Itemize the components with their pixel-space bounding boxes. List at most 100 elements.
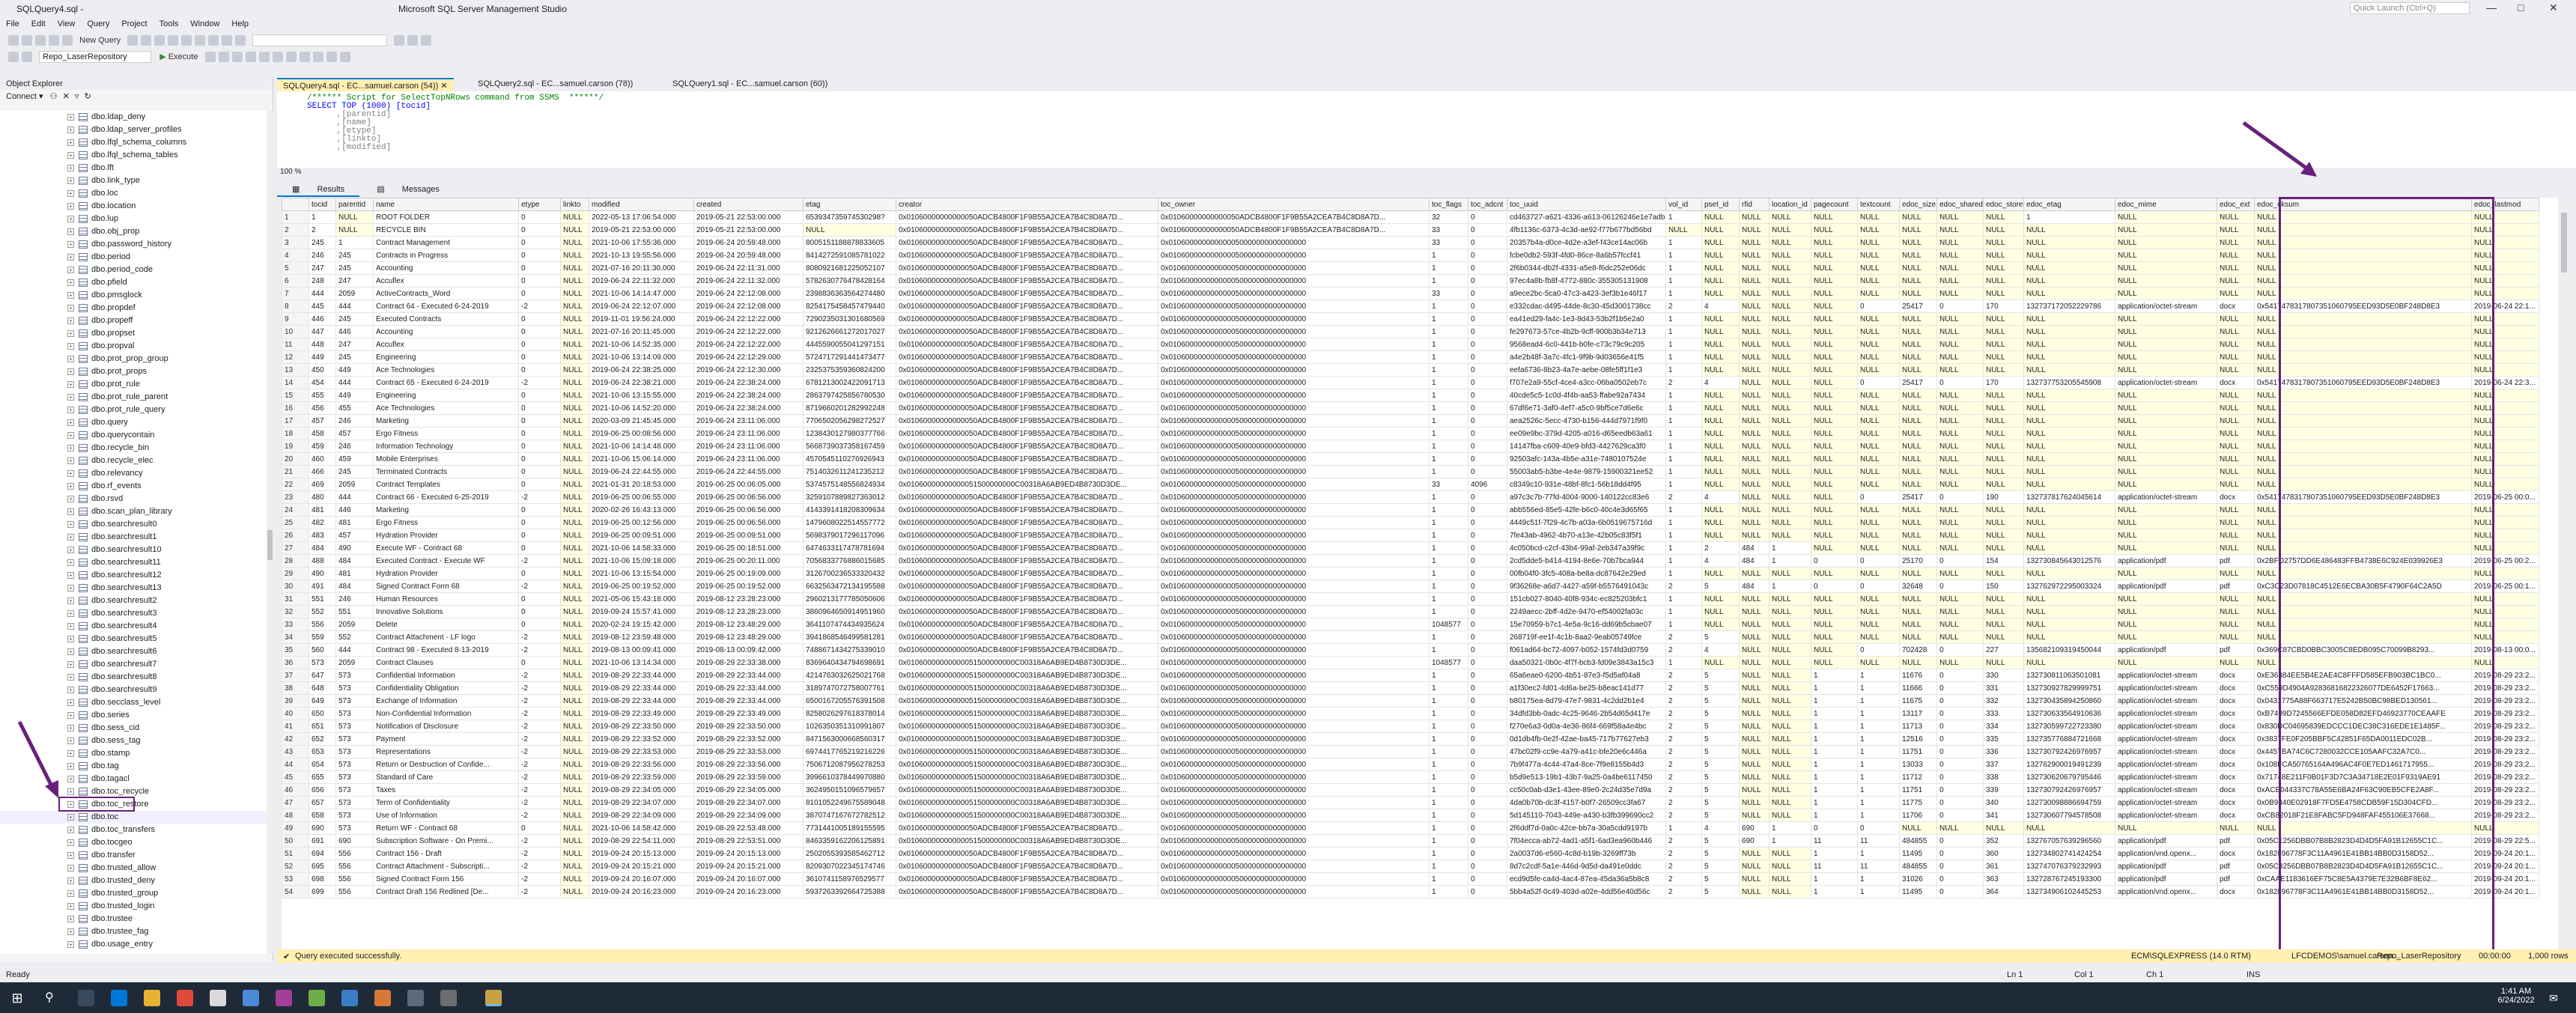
column-header[interactable]: etype [518,198,561,211]
expand-icon[interactable]: + [67,737,74,744]
minimize-icon[interactable]: — [2486,1,2497,13]
tree-item[interactable]: + dbo.prot_props [0,365,267,378]
table-cell[interactable]: NULL [1739,720,1770,733]
table-cell[interactable]: NULL [560,592,589,606]
table-cell[interactable]: 690 [309,821,336,835]
table-cell[interactable]: 1 [1665,656,1702,669]
table-cell[interactable]: 9568ead4-6c0-441b-b0fe-c73c79c9c205 [1507,338,1666,351]
app-icon[interactable] [243,990,259,1006]
tree-item[interactable]: + dbo.searchresult6 [0,645,267,658]
table-cell[interactable]: 484855 [1899,860,1937,873]
table-cell[interactable]: 2019-08-29 22:33:49.000 [589,707,694,720]
table-cell[interactable]: 0x01060000000000050ADCB4800F1F9B55A2CEA7… [896,249,1158,262]
table-cell[interactable]: 654 [309,758,336,771]
table-cell[interactable]: 5724717291441473477 [803,350,896,364]
table-cell[interactable]: 1 [1429,592,1468,606]
table-cell[interactable]: NULL [1811,529,1858,542]
table-cell[interactable]: NULL [560,338,589,351]
table-cell[interactable]: NULL [2217,465,2255,478]
table-cell[interactable]: aea2526c-5ecc-4730-b156-444d7971f9f0 [1507,414,1666,428]
table-cell[interactable]: Mobile Enterprises [373,452,519,466]
table-cell[interactable]: NULL [560,503,589,517]
row-number[interactable]: 16 [282,401,309,415]
tree-item[interactable]: + dbo.trustee [0,913,267,925]
table-cell[interactable]: NULL [1701,249,1740,262]
expand-icon[interactable]: + [67,267,74,273]
table-cell[interactable]: 0 [1936,847,1984,860]
table-cell[interactable]: 2 [1665,770,1702,784]
row-number[interactable]: 49 [282,821,309,835]
table-cell[interactable]: NULL [2115,287,2217,300]
table-cell[interactable]: 2021-10-06 14:52:20.000 [589,401,694,415]
expand-icon[interactable]: + [67,877,74,884]
table-cell[interactable]: 1 [1429,643,1468,657]
table-cell[interactable]: 4214763032625021768 [803,669,896,682]
table-cell[interactable]: 1 [1665,261,1702,275]
table-cell[interactable]: NULL [1769,529,1811,542]
table-cell[interactable]: 0x010600000000000050000000000000000 [1158,681,1430,695]
app-icon[interactable] [341,990,358,1006]
table-cell[interactable]: Executed Contract - Execute WF [373,554,519,568]
table-cell[interactable]: 0 [1468,312,1507,326]
table-cell[interactable]: 2019-08-29 22:34:09.000 [589,809,694,822]
table-cell[interactable]: 2019-06-25 00:06:56.000 [693,503,804,517]
tree-item[interactable]: + dbo.toc_transfers [0,824,267,836]
table-cell[interactable]: NULL [560,605,589,618]
table-cell[interactable]: 92503afc-143a-4b5e-a31e-7480107524e [1507,452,1666,466]
table-cell[interactable]: 0x010600000000000050000000000000000 [1158,847,1430,860]
table-cell[interactable]: NULL [1701,465,1740,478]
row-number[interactable]: 6 [282,274,309,288]
table-cell[interactable]: docx [2217,720,2255,733]
results-to-text-icon[interactable] [258,52,270,62]
table-cell[interactable]: NULL [1769,274,1811,288]
table-cell[interactable]: 0x010600000000000050000000000000000 [1158,809,1430,822]
table-cell[interactable]: 0x01060000000000050ADCB4800F1F9B55A2CEA7… [896,439,1158,453]
table-cell[interactable]: 1 [1769,554,1811,568]
table-cell[interactable]: -2 [518,834,561,848]
table-cell[interactable]: NULL [1811,630,1858,644]
table-cell[interactable]: 1 [1769,541,1811,555]
table-cell[interactable]: 5668739037358167459 [803,439,896,453]
table-cell[interactable]: NULL [1701,287,1740,300]
table-cell[interactable]: 1 [1429,720,1468,733]
table-cell[interactable]: NULL [1983,325,2024,338]
table-cell[interactable]: 0 [1468,452,1507,466]
row-number[interactable]: 51 [282,847,309,860]
table-cell[interactable]: 0 [1468,605,1507,618]
tree-item[interactable]: + dbo.prot_rule_query [0,404,267,416]
table-cell[interactable]: 573 [335,770,374,784]
table-cell[interactable]: NULL [1739,516,1770,529]
tree-item[interactable]: + dbo.transfer [0,849,267,862]
table-cell[interactable]: NULL [2217,618,2255,631]
table-cell[interactable]: 1 [1857,885,1900,898]
table-cell[interactable]: 2019-06-24 22:12:30.000 [693,363,804,377]
table-cell[interactable]: a97c3c7b-77fd-4004-9000-140122cc83e6 [1507,490,1666,504]
table-cell[interactable]: 651 [309,720,336,733]
expand-icon[interactable]: + [67,356,74,362]
table-cell[interactable]: b80175ea-8d79-47e7-9831-4c2dd2b1e4 [1507,694,1666,708]
table-cell[interactable]: 8414272591085781022 [803,249,896,262]
table-cell[interactable]: 0 [518,312,561,326]
row-number[interactable]: 42 [282,732,309,746]
table-cell[interactable]: 12516 [1899,732,1937,746]
expand-icon[interactable]: + [67,445,74,451]
table-cell[interactable]: 227 [1983,643,2024,657]
expand-icon[interactable]: + [67,470,74,477]
tree-item[interactable]: + dbo.password_history [0,238,267,251]
table-cell[interactable]: 1 [1665,452,1702,466]
table-cell[interactable]: 1 [1429,529,1468,542]
table-cell[interactable]: NULL [2023,236,2115,249]
table-cell[interactable]: 691 [309,834,336,848]
column-header[interactable]: tocid [309,198,336,211]
table-cell[interactable]: application/octet-stream [2115,770,2217,784]
table-cell[interactable]: f707e2a9-55cf-4ce4-a3cc-06ba0502eb7c [1507,376,1666,389]
expand-icon[interactable]: + [67,407,74,413]
table-cell[interactable]: 484 [1739,541,1770,555]
table-cell[interactable]: -2 [518,669,561,682]
table-cell[interactable]: 0 [1468,465,1507,478]
tree-item[interactable]: + dbo.trusted_deny [0,874,267,887]
table-cell[interactable]: 690 [1739,821,1770,835]
table-cell[interactable]: 247 [335,274,374,288]
table-row[interactable]: 18 458 457 Ergo Fitness 0 NULL 2019-06-25 00:0… [282,427,2539,440]
table-cell[interactable]: 1 [1857,720,1900,733]
